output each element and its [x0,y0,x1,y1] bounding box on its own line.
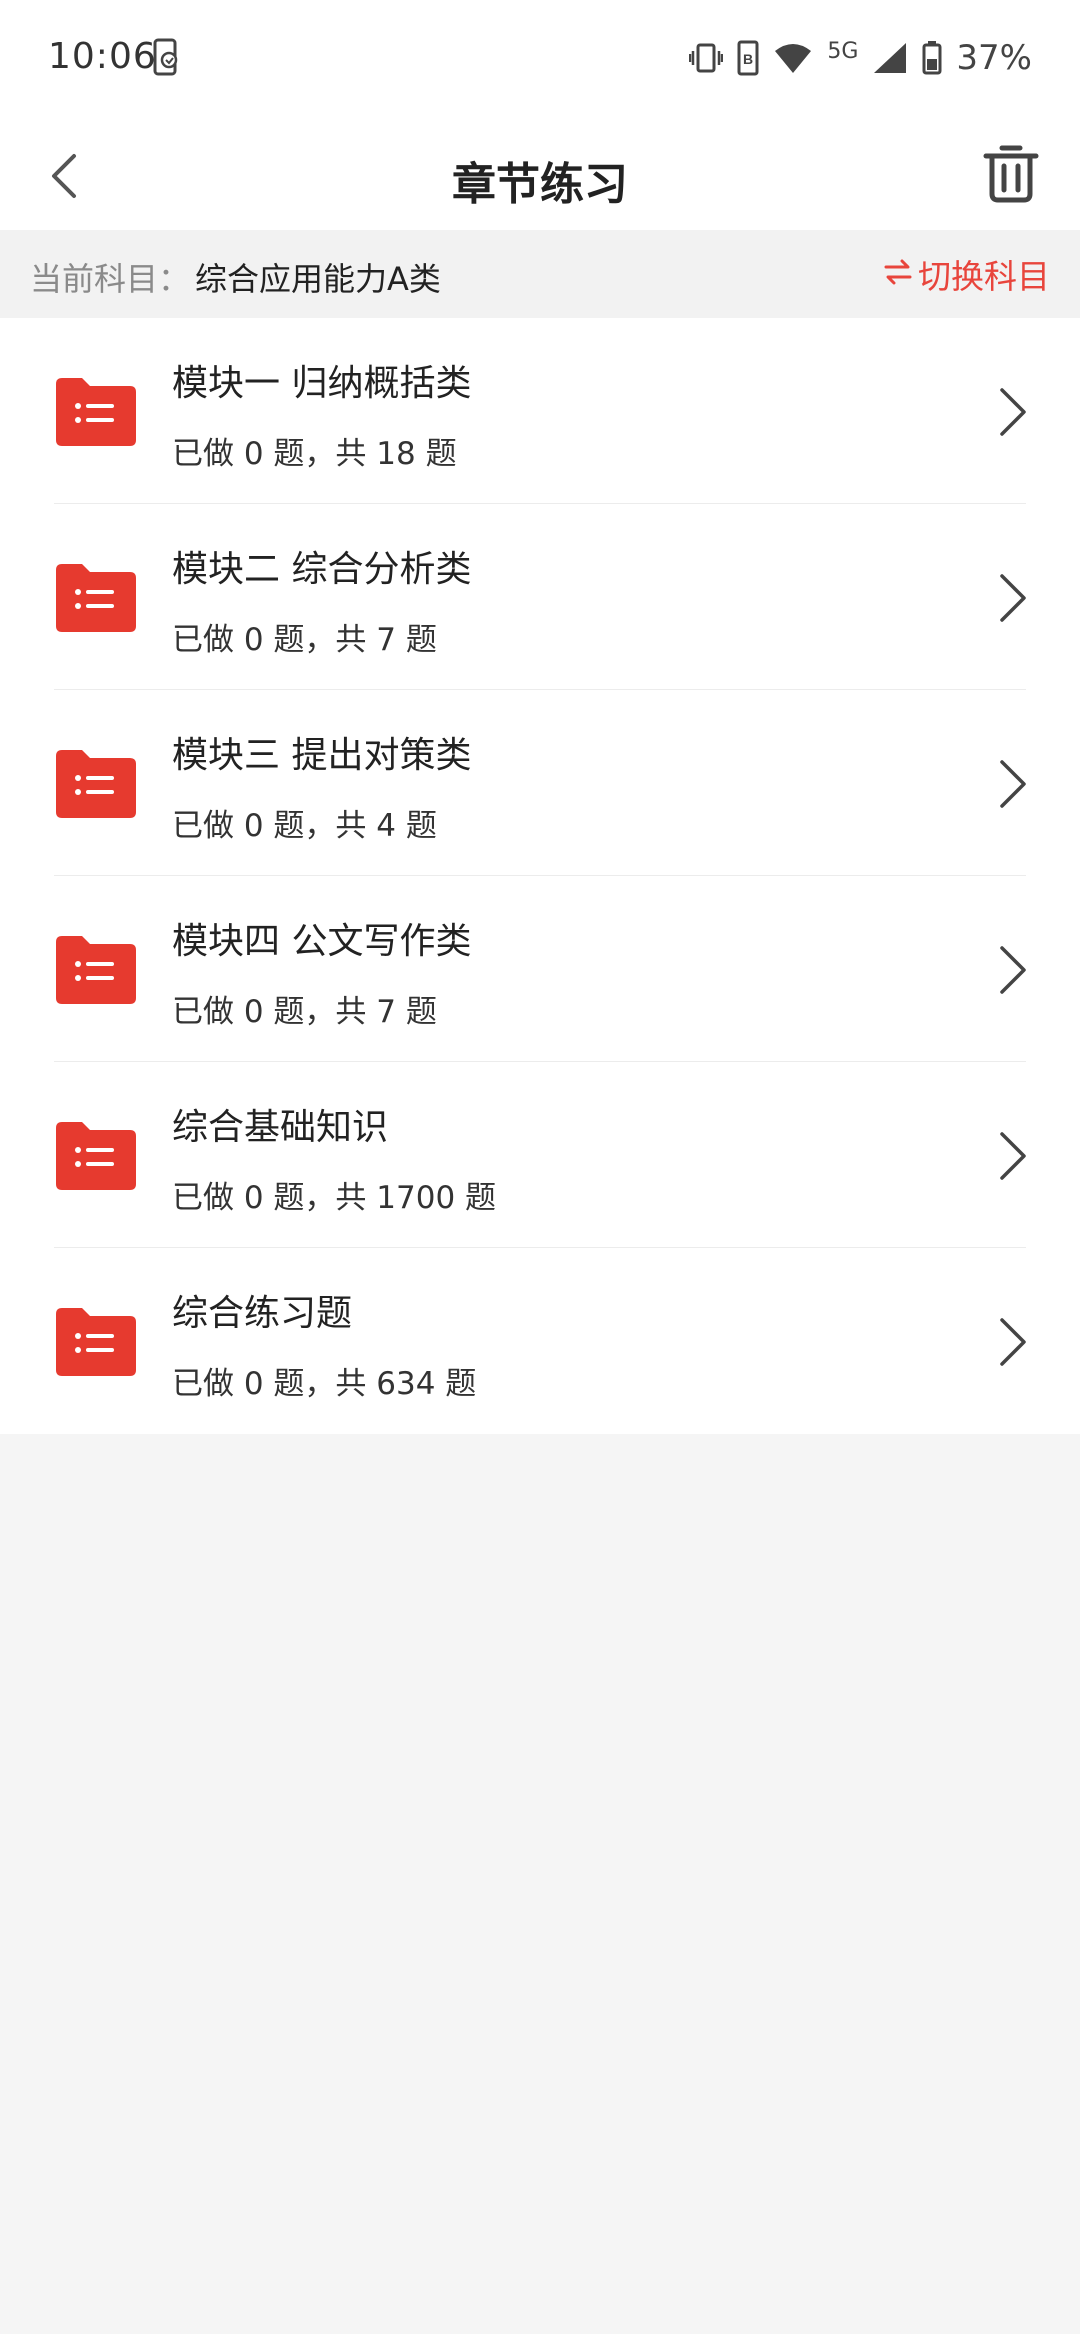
folder-list-icon [56,748,136,818]
chapter-title: 模块二 综合分析类 [172,549,472,590]
chapter-item[interactable]: 模块一 归纳概括类 已做 0 题，共 18 题 [0,318,1080,504]
folder-list-icon [56,1306,136,1376]
chevron-right-icon [1000,388,1026,436]
chapter-title: 模块一 归纳概括类 [172,363,472,404]
chapter-title: 模块四 公文写作类 [172,921,472,962]
wifi-icon [773,41,813,75]
trash-icon [983,145,1039,203]
chapter-progress: 已做 0 题，共 634 题 [172,1366,477,1402]
delete-button[interactable] [976,138,1046,208]
folder-list-icon [56,934,136,1004]
folder-list-icon [56,1120,136,1190]
battery-level: 37% [956,38,1032,78]
chevron-right-icon [1000,574,1026,622]
subject-value: 综合应用能力A类 [195,260,441,298]
status-time: 10:06 [48,36,157,77]
phone-sync-icon [152,38,182,82]
chapter-item[interactable]: 模块二 综合分析类 已做 0 题，共 7 题 [0,504,1080,690]
chapter-progress: 已做 0 题，共 7 题 [172,994,437,1030]
network-type: 5G [827,38,859,64]
chevron-right-icon [1000,760,1026,808]
battery-icon [922,41,942,75]
chevron-right-icon [1000,946,1026,994]
vibrate-icon [689,42,724,74]
page-title: 章节练习 [452,159,628,210]
chapter-progress: 已做 0 题，共 7 题 [172,622,437,658]
chapter-title: 模块三 提出对策类 [172,735,472,776]
subject-bar: 当前科目： 综合应用能力A类 切换科目 [0,230,1080,318]
switch-subject-button[interactable]: 切换科目 [884,250,1050,298]
chevron-right-icon [1000,1318,1026,1366]
sim-icon: B [737,40,759,76]
switch-subject-label: 切换科目 [918,257,1050,296]
chapter-progress: 已做 0 题，共 18 题 [172,436,457,472]
chapter-title: 综合练习题 [172,1293,353,1334]
chevron-right-icon [1000,1132,1026,1180]
chapter-list: 模块一 归纳概括类 已做 0 题，共 18 题 模块二 综合分析类 已做 0 题… [0,318,1080,1434]
folder-list-icon [56,562,136,632]
subject-label: 当前科目： [30,260,191,298]
chapter-item[interactable]: 模块三 提出对策类 已做 0 题，共 4 题 [0,690,1080,876]
chapter-progress: 已做 0 题，共 4 题 [172,808,437,844]
screen: 10:06 B 5G 37% 章节练习 当前科目： 综合应用能力A类 切换科目 … [0,0,1080,2334]
svg-text:B: B [743,51,753,67]
chapter-title: 综合基础知识 [172,1107,389,1148]
folder-list-icon [56,376,136,446]
chapter-item[interactable]: 综合基础知识 已做 0 题，共 1700 题 [0,1062,1080,1248]
status-bar: 10:06 B 5G 37% [0,0,1080,120]
chapter-progress: 已做 0 题，共 1700 题 [172,1180,497,1216]
nav-bar: 章节练习 [0,120,1080,230]
status-icons: B 5G 37% [689,36,1032,80]
chapter-item[interactable]: 综合练习题 已做 0 题，共 634 题 [0,1248,1080,1434]
swap-arrows-icon [884,255,912,294]
signal-icon [872,41,908,75]
chapter-item[interactable]: 模块四 公文写作类 已做 0 题，共 7 题 [0,876,1080,1062]
